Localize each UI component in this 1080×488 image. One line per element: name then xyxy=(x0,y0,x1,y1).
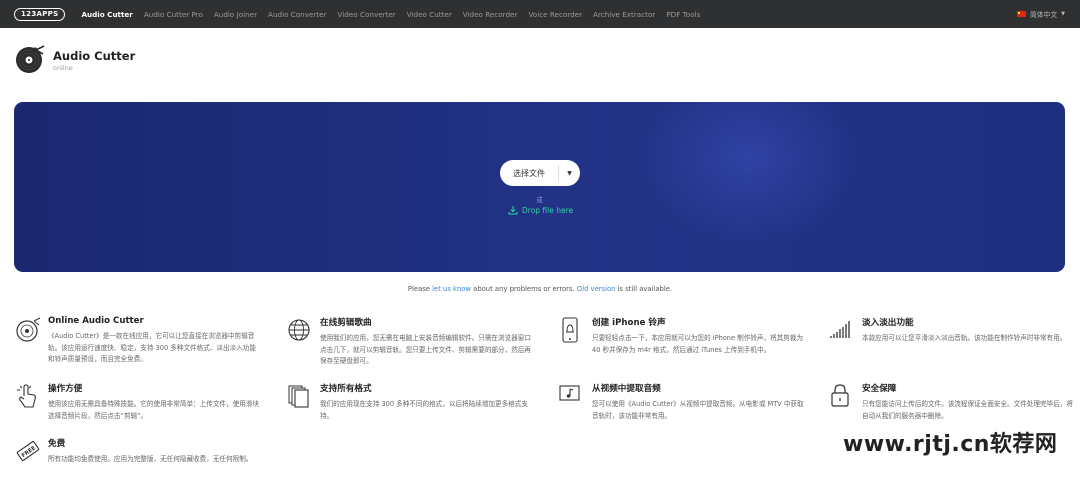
language-label: 简体中文 xyxy=(1029,11,1058,19)
nav-link-audio-joiner[interactable]: Audio Joiner xyxy=(214,10,257,19)
page-title: Audio Cutter xyxy=(53,48,136,63)
choose-file-label: 选择文件 xyxy=(513,168,545,178)
nav-link-archive-extractor[interactable]: Archive Extractor xyxy=(593,10,655,19)
feature-description: 使用我们的应用，您无需在电脑上安装音频编辑软件。只需在浏览器窗口点击几下，就可以… xyxy=(320,334,531,365)
feature-title: 创建 iPhone 铃声 xyxy=(592,318,666,328)
feature-easy-to-use: 操作方便 使用该应用无需具备特殊技能。它的使用非常简单：上传文件，使用滑块选择音… xyxy=(14,382,264,422)
feature-title: 操作方便 xyxy=(48,384,83,394)
site-watermark: www.rjtj.cn软荐网 xyxy=(843,432,1058,457)
hand-pointer-icon xyxy=(17,384,36,408)
vinyl-scissors-logo-icon xyxy=(16,45,45,73)
feature-online-song-cut: 在线剪辑歌曲 使用我们的应用，您无需在电脑上安装音频编辑软件。只需在浏览器窗口点… xyxy=(286,316,536,368)
download-icon xyxy=(508,206,518,215)
caret-down-icon: ▼ xyxy=(1061,11,1065,17)
feature-description: 我们的应用现在支持 300 多种不同的格式，以后将陆续增加更多格式支持。 xyxy=(320,400,528,420)
top-nav: 123APPS Audio Cutter Audio Cutter Pro Au… xyxy=(0,0,1080,28)
upload-dropzone[interactable]: 选择文件 ▼ 或 Drop file here xyxy=(14,102,1065,272)
feature-extract-audio: 从视频中提取音频 您可以使用《Audio Cutter》从视频中提取音频。从电影… xyxy=(558,382,808,422)
drop-file-label: Drop file here xyxy=(522,205,574,215)
free-tag-icon: FREE xyxy=(16,441,40,461)
feature-title: 支持所有格式 xyxy=(320,384,372,394)
feature-description: 您可以使用《Audio Cutter》从视频中提取音频。从电影或 MTV 中获取… xyxy=(592,400,804,420)
choose-file-button[interactable]: 选择文件 ▼ xyxy=(500,160,580,186)
feature-description: 所有功能均免费使用。应用为完整版，无任何隐藏收费，无任何限制。 xyxy=(48,455,253,463)
feature-iphone-ringtone: 创建 iPhone 铃声 只要轻轻点击一下，本应用就可以为您的 iPhone 制… xyxy=(558,316,808,356)
drop-file-hint: Drop file here xyxy=(508,205,573,215)
or-separator: 或 xyxy=(536,196,543,204)
feature-description: 本款应用可以让您平滑淡入淡出音轨。该功能在制作铃声时非常有用。 xyxy=(862,334,1067,342)
old-version-link[interactable]: Old version xyxy=(577,285,616,293)
feature-description: 只有您能访问上传后的文件。该流程保证全面安全。文件处理完毕后，将自动从我们的服务… xyxy=(862,400,1073,420)
feature-online-audio-cutter: Online Audio Cutter 《Audio Cutter》是一款在线应… xyxy=(14,316,264,366)
feature-description: 只要轻轻点击一下，本应用就可以为您的 iPhone 制作铃声，将其剪裁为 40 … xyxy=(592,334,804,354)
feature-title: Online Audio Cutter xyxy=(48,316,144,326)
feature-title: 淡入淡出功能 xyxy=(862,318,914,328)
nav-link-voice-recorder[interactable]: Voice Recorder xyxy=(528,10,582,19)
notice-text-middle: about any problems or errors. xyxy=(471,285,577,293)
feature-all-formats: 支持所有格式 我们的应用现在支持 300 多种不同的格式，以后将陆续增加更多格式… xyxy=(286,382,536,422)
nav-link-video-converter[interactable]: Video Converter xyxy=(338,10,396,19)
phone-bell-icon xyxy=(562,317,578,343)
notice-text-suffix: is still available. xyxy=(615,285,673,293)
nav-link-video-recorder[interactable]: Video Recorder xyxy=(463,10,518,19)
feature-description: 使用该应用无需具备特殊技能。它的使用非常简单：上传文件，使用滑块选择音频片段，然… xyxy=(48,400,259,420)
lock-icon xyxy=(831,384,849,407)
documents-icon xyxy=(288,385,309,408)
nav-link-pdf-tools[interactable]: PDF Tools xyxy=(666,10,700,19)
feedback-notice: Please let us know about any problems or… xyxy=(0,285,1080,293)
feature-free: FREE 免费 所有功能均免费使用。应用为完整版，无任何隐藏收费，无任何限制。 xyxy=(14,437,264,466)
online-status: online xyxy=(53,63,73,72)
nav-link-audio-cutter-pro[interactable]: Audio Cutter Pro xyxy=(144,10,203,19)
brand-logo[interactable]: 123APPS xyxy=(14,7,66,21)
feature-title: 安全保障 xyxy=(862,384,897,394)
feature-fade: 淡入淡出功能 本款应用可以让您平滑淡入淡出音轨。该功能在制作铃声时非常有用。 xyxy=(828,316,1078,345)
vinyl-icon xyxy=(16,317,41,342)
globe-icon xyxy=(288,319,310,341)
china-flag-icon xyxy=(1016,11,1026,17)
app-links: Audio Cutter Audio Cutter Pro Audio Join… xyxy=(81,10,711,19)
nav-link-video-cutter[interactable]: Video Cutter xyxy=(407,10,452,19)
let-us-know-link[interactable]: let us know xyxy=(432,285,471,293)
app-header: Audio Cutter online xyxy=(14,44,135,76)
feature-title: 在线剪辑歌曲 xyxy=(320,318,372,328)
chevron-down-icon[interactable]: ▼ xyxy=(559,170,580,177)
nav-link-audio-cutter[interactable]: Audio Cutter xyxy=(81,10,132,19)
notice-text-prefix: Please xyxy=(407,285,433,293)
fade-bars-icon xyxy=(830,321,850,338)
feature-title: 免费 xyxy=(48,439,66,449)
feature-security: 安全保障 只有您能访问上传后的文件。该流程保证全面安全。文件处理完毕后，将自动从… xyxy=(828,382,1078,422)
feature-description: 《Audio Cutter》是一款在线应用，它可以让您直接在浏览器中剪辑音轨。该… xyxy=(48,332,256,363)
nav-link-audio-converter[interactable]: Audio Converter xyxy=(268,10,327,19)
music-note-icon xyxy=(559,385,580,401)
language-selector[interactable]: 简体中文 ▼ xyxy=(1016,9,1065,19)
feature-title: 从视频中提取音频 xyxy=(592,384,661,394)
